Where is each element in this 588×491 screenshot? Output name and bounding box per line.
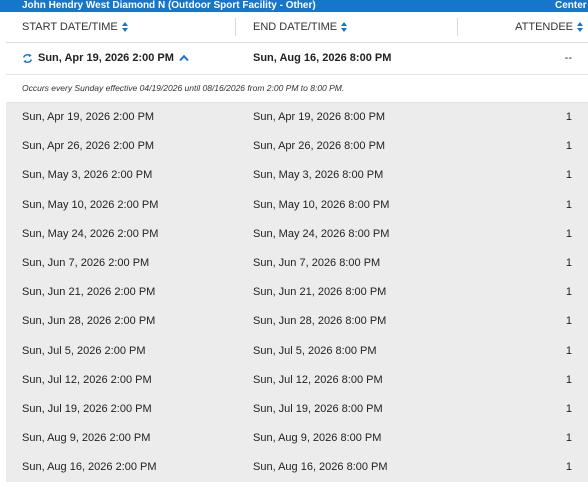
occurrence-attendee: 1 — [565, 169, 572, 182]
occurrence-end: Sun, May 10, 2026 8:00 PM — [253, 198, 390, 211]
table-row[interactable]: Sun, Jul 5, 2026 2:00 PM Sun, Jul 5, 2026… — [6, 337, 588, 366]
occurrence-attendee: 1 — [565, 461, 572, 474]
occurrence-attendee: 1 — [565, 140, 572, 153]
sort-icon[interactable] — [577, 22, 583, 33]
repeat-icon — [23, 53, 32, 63]
occurrence-start: Sun, Aug 9, 2026 2:00 PM — [22, 432, 151, 445]
series-start-value: Sun, Apr 19, 2026 2:00 PM — [38, 52, 174, 64]
column-divider — [235, 18, 236, 36]
sort-icon[interactable] — [121, 22, 128, 33]
column-divider — [457, 18, 458, 36]
occurrence-end: Sun, Jul 5, 2026 8:00 PM — [253, 344, 377, 357]
occurrence-start: Sun, Jun 28, 2026 2:00 PM — [22, 315, 156, 328]
table-row[interactable]: Sun, Aug 16, 2026 2:00 PM Sun, Aug 16, 20… — [6, 453, 588, 482]
occurrence-attendee: 1 — [565, 402, 572, 415]
recurrence-description: Occurs every Sunday effective 04/19/2026… — [6, 74, 588, 103]
occurrence-start: Sun, Jun 7, 2026 2:00 PM — [22, 256, 150, 269]
occurrence-end: Sun, Jun 21, 2026 8:00 PM — [253, 286, 387, 299]
table-row[interactable]: Sun, Apr 26, 2026 2:00 PM Sun, Apr 26, 20… — [6, 132, 588, 161]
occurrence-attendee: 1 — [565, 315, 572, 328]
occurrence-start: Sun, Jul 5, 2026 2:00 PM — [22, 344, 146, 357]
table-row[interactable]: Sun, Apr 19, 2026 2:00 PM Sun, Apr 19, 20… — [6, 103, 588, 132]
occurrence-start: Sun, Apr 26, 2026 2:00 PM — [22, 140, 155, 153]
occurrence-list: Sun, Apr 19, 2026 2:00 PM Sun, Apr 19, 20… — [6, 103, 588, 483]
occurrence-end: Sun, May 3, 2026 8:00 PM — [253, 169, 384, 182]
occurrence-start: Sun, Aug 16, 2026 2:00 PM — [22, 461, 157, 474]
occurrence-attendee: 1 — [565, 256, 572, 269]
occurrence-start: Sun, May 3, 2026 2:00 PM — [22, 169, 153, 182]
table-row[interactable]: Sun, May 3, 2026 2:00 PM Sun, May 3, 2026… — [6, 161, 588, 190]
occurrence-end: Sun, Apr 26, 2026 8:00 PM — [253, 140, 386, 153]
table-row[interactable]: Sun, Jul 19, 2026 2:00 PM Sun, Jul 19, 20… — [6, 395, 588, 424]
occurrence-attendee: 1 — [565, 373, 572, 386]
facility-title: John Hendry West Diamond N (Outdoor Spor… — [22, 0, 316, 11]
occurrence-end: Sun, Jun 28, 2026 8:00 PM — [253, 315, 387, 328]
attendee-column-header[interactable]: ATTENDEE — [515, 12, 583, 42]
recurring-series-row[interactable]: Sun, Apr 19, 2026 2:00 PM Sun, Aug 16, 2… — [6, 43, 588, 74]
occurrence-end: Sun, Jul 19, 2026 8:00 PM — [253, 402, 383, 415]
occurrence-end: Sun, May 24, 2026 8:00 PM — [253, 227, 390, 240]
series-end-value: Sun, Aug 16, 2026 8:00 PM — [253, 52, 392, 64]
reservation-table: START DATE/TIME END DATE/TIME ATTENDEE S… — [6, 12, 588, 483]
table-row[interactable]: Sun, Jun 7, 2026 2:00 PM Sun, Jun 7, 2026… — [6, 249, 588, 278]
occurrence-attendee: 1 — [565, 344, 572, 357]
start-column-label: START DATE/TIME — [22, 21, 118, 33]
occurrence-attendee: 1 — [565, 111, 572, 123]
occurrence-attendee: 1 — [565, 286, 572, 299]
occurrence-attendee: 1 — [565, 432, 572, 445]
occurrence-start: Sun, Jun 21, 2026 2:00 PM — [22, 286, 156, 299]
attendee-column-label: ATTENDEE — [515, 21, 573, 33]
occurrence-start: Sun, May 24, 2026 2:00 PM — [22, 227, 159, 240]
end-column-header[interactable]: END DATE/TIME — [253, 12, 348, 42]
occurrence-start: Sun, May 10, 2026 2:00 PM — [22, 198, 159, 211]
occurrence-attendee: 1 — [565, 198, 572, 211]
occurrence-end: Sun, Jun 7, 2026 8:00 PM — [253, 256, 381, 269]
facility-center-label: Center — [555, 0, 587, 11]
table-row[interactable]: Sun, May 24, 2026 2:00 PM Sun, May 24, 20… — [6, 220, 588, 249]
start-column-header[interactable]: START DATE/TIME — [22, 12, 128, 42]
table-header: START DATE/TIME END DATE/TIME ATTENDEE — [6, 12, 588, 43]
chevron-up-icon[interactable] — [179, 54, 189, 62]
series-start-cell[interactable]: Sun, Apr 19, 2026 2:00 PM — [22, 43, 189, 74]
end-column-label: END DATE/TIME — [253, 21, 338, 33]
table-row[interactable]: Sun, Jun 21, 2026 2:00 PM Sun, Jun 21, 20… — [6, 278, 588, 307]
facility-header: John Hendry West Diamond N (Outdoor Spor… — [0, 0, 588, 12]
table-row[interactable]: Sun, Jul 12, 2026 2:00 PM Sun, Jul 12, 20… — [6, 366, 588, 395]
series-attendee-value: -- — [564, 52, 572, 64]
table-row[interactable]: Sun, Aug 9, 2026 2:00 PM Sun, Aug 9, 2026… — [6, 424, 588, 453]
occurrence-start: Sun, Jul 12, 2026 2:00 PM — [22, 373, 152, 386]
occurrence-end: Sun, Jul 12, 2026 8:00 PM — [253, 373, 383, 386]
table-row[interactable]: Sun, Jun 28, 2026 2:00 PM Sun, Jun 28, 20… — [6, 307, 588, 336]
occurrence-start: Sun, Apr 19, 2026 2:00 PM — [22, 111, 155, 123]
occurrence-attendee: 1 — [565, 227, 572, 240]
occurrence-start: Sun, Jul 19, 2026 2:00 PM — [22, 402, 152, 415]
occurrence-end: Sun, Apr 19, 2026 8:00 PM — [253, 111, 386, 123]
occurrence-end: Sun, Aug 16, 2026 8:00 PM — [253, 461, 388, 474]
sort-icon[interactable] — [341, 22, 348, 33]
table-row[interactable]: Sun, May 10, 2026 2:00 PM Sun, May 10, 20… — [6, 191, 588, 220]
occurrence-end: Sun, Aug 9, 2026 8:00 PM — [253, 432, 382, 445]
